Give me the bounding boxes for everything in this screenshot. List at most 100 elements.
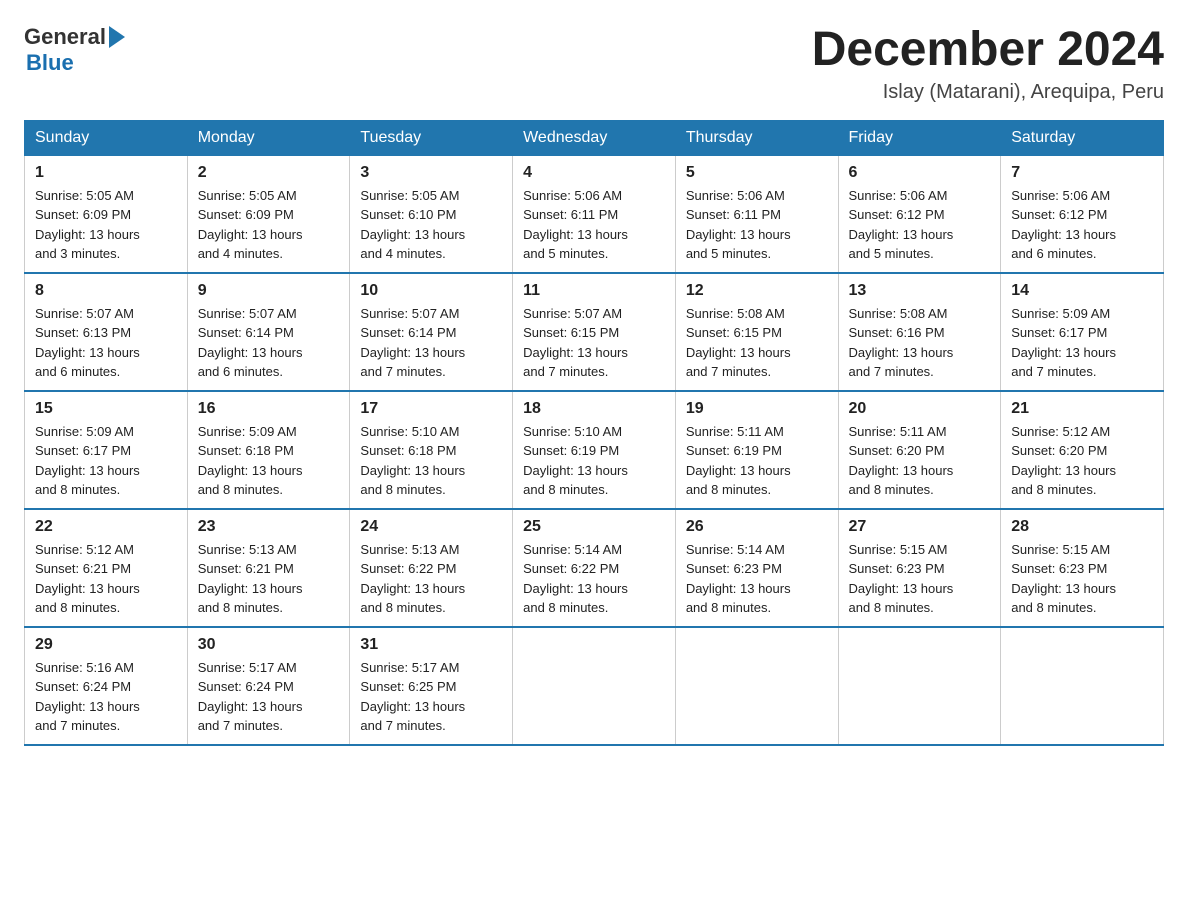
table-row: 13 Sunrise: 5:08 AM Sunset: 6:16 PM Dayl… [838, 273, 1001, 391]
day-number: 23 [198, 518, 340, 536]
table-row: 30 Sunrise: 5:17 AM Sunset: 6:24 PM Dayl… [187, 627, 350, 745]
table-row: 3 Sunrise: 5:05 AM Sunset: 6:10 PM Dayli… [350, 155, 513, 273]
table-row: 17 Sunrise: 5:10 AM Sunset: 6:18 PM Dayl… [350, 391, 513, 509]
day-number: 6 [849, 164, 991, 182]
day-number: 27 [849, 518, 991, 536]
logo: General Blue [24, 24, 125, 76]
table-row [1001, 627, 1164, 745]
day-info: Sunrise: 5:05 AM Sunset: 6:09 PM Dayligh… [35, 186, 177, 264]
day-number: 1 [35, 164, 177, 182]
day-number: 5 [686, 164, 828, 182]
day-number: 22 [35, 518, 177, 536]
month-title: December 2024 [812, 24, 1164, 77]
day-info: Sunrise: 5:05 AM Sunset: 6:09 PM Dayligh… [198, 186, 340, 264]
logo-blue-text: Blue [26, 50, 74, 75]
col-wednesday: Wednesday [513, 120, 676, 155]
table-row: 6 Sunrise: 5:06 AM Sunset: 6:12 PM Dayli… [838, 155, 1001, 273]
day-number: 21 [1011, 400, 1153, 418]
table-row: 9 Sunrise: 5:07 AM Sunset: 6:14 PM Dayli… [187, 273, 350, 391]
day-info: Sunrise: 5:09 AM Sunset: 6:17 PM Dayligh… [35, 422, 177, 500]
day-info: Sunrise: 5:14 AM Sunset: 6:22 PM Dayligh… [523, 540, 665, 618]
col-thursday: Thursday [675, 120, 838, 155]
table-row: 2 Sunrise: 5:05 AM Sunset: 6:09 PM Dayli… [187, 155, 350, 273]
day-info: Sunrise: 5:13 AM Sunset: 6:21 PM Dayligh… [198, 540, 340, 618]
day-info: Sunrise: 5:07 AM Sunset: 6:14 PM Dayligh… [360, 304, 502, 382]
table-row [513, 627, 676, 745]
table-row [675, 627, 838, 745]
day-number: 30 [198, 636, 340, 654]
calendar-week-row: 22 Sunrise: 5:12 AM Sunset: 6:21 PM Dayl… [25, 509, 1164, 627]
col-tuesday: Tuesday [350, 120, 513, 155]
col-monday: Monday [187, 120, 350, 155]
day-number: 17 [360, 400, 502, 418]
day-info: Sunrise: 5:08 AM Sunset: 6:16 PM Dayligh… [849, 304, 991, 382]
table-row: 4 Sunrise: 5:06 AM Sunset: 6:11 PM Dayli… [513, 155, 676, 273]
day-info: Sunrise: 5:05 AM Sunset: 6:10 PM Dayligh… [360, 186, 502, 264]
logo-general-text: General [24, 24, 106, 50]
col-friday: Friday [838, 120, 1001, 155]
day-info: Sunrise: 5:11 AM Sunset: 6:19 PM Dayligh… [686, 422, 828, 500]
day-info: Sunrise: 5:07 AM Sunset: 6:15 PM Dayligh… [523, 304, 665, 382]
day-info: Sunrise: 5:06 AM Sunset: 6:11 PM Dayligh… [686, 186, 828, 264]
day-info: Sunrise: 5:08 AM Sunset: 6:15 PM Dayligh… [686, 304, 828, 382]
day-info: Sunrise: 5:13 AM Sunset: 6:22 PM Dayligh… [360, 540, 502, 618]
day-info: Sunrise: 5:16 AM Sunset: 6:24 PM Dayligh… [35, 658, 177, 736]
day-info: Sunrise: 5:10 AM Sunset: 6:18 PM Dayligh… [360, 422, 502, 500]
day-info: Sunrise: 5:17 AM Sunset: 6:24 PM Dayligh… [198, 658, 340, 736]
day-number: 7 [1011, 164, 1153, 182]
day-number: 31 [360, 636, 502, 654]
table-row: 22 Sunrise: 5:12 AM Sunset: 6:21 PM Dayl… [25, 509, 188, 627]
table-row: 1 Sunrise: 5:05 AM Sunset: 6:09 PM Dayli… [25, 155, 188, 273]
table-row: 16 Sunrise: 5:09 AM Sunset: 6:18 PM Dayl… [187, 391, 350, 509]
day-info: Sunrise: 5:15 AM Sunset: 6:23 PM Dayligh… [1011, 540, 1153, 618]
day-number: 29 [35, 636, 177, 654]
table-row: 14 Sunrise: 5:09 AM Sunset: 6:17 PM Dayl… [1001, 273, 1164, 391]
table-row: 24 Sunrise: 5:13 AM Sunset: 6:22 PM Dayl… [350, 509, 513, 627]
day-info: Sunrise: 5:12 AM Sunset: 6:20 PM Dayligh… [1011, 422, 1153, 500]
day-number: 12 [686, 282, 828, 300]
day-number: 28 [1011, 518, 1153, 536]
table-row: 21 Sunrise: 5:12 AM Sunset: 6:20 PM Dayl… [1001, 391, 1164, 509]
table-row: 25 Sunrise: 5:14 AM Sunset: 6:22 PM Dayl… [513, 509, 676, 627]
calendar-week-row: 8 Sunrise: 5:07 AM Sunset: 6:13 PM Dayli… [25, 273, 1164, 391]
day-info: Sunrise: 5:09 AM Sunset: 6:18 PM Dayligh… [198, 422, 340, 500]
day-number: 20 [849, 400, 991, 418]
day-number: 16 [198, 400, 340, 418]
day-number: 25 [523, 518, 665, 536]
day-info: Sunrise: 5:14 AM Sunset: 6:23 PM Dayligh… [686, 540, 828, 618]
day-number: 18 [523, 400, 665, 418]
day-number: 24 [360, 518, 502, 536]
table-row: 23 Sunrise: 5:13 AM Sunset: 6:21 PM Dayl… [187, 509, 350, 627]
calendar-header-row: Sunday Monday Tuesday Wednesday Thursday… [25, 120, 1164, 155]
day-number: 2 [198, 164, 340, 182]
table-row: 18 Sunrise: 5:10 AM Sunset: 6:19 PM Dayl… [513, 391, 676, 509]
day-number: 9 [198, 282, 340, 300]
day-number: 10 [360, 282, 502, 300]
day-info: Sunrise: 5:12 AM Sunset: 6:21 PM Dayligh… [35, 540, 177, 618]
table-row: 15 Sunrise: 5:09 AM Sunset: 6:17 PM Dayl… [25, 391, 188, 509]
day-number: 26 [686, 518, 828, 536]
day-number: 13 [849, 282, 991, 300]
table-row: 27 Sunrise: 5:15 AM Sunset: 6:23 PM Dayl… [838, 509, 1001, 627]
day-number: 15 [35, 400, 177, 418]
day-number: 14 [1011, 282, 1153, 300]
day-number: 8 [35, 282, 177, 300]
calendar-table: Sunday Monday Tuesday Wednesday Thursday… [24, 120, 1164, 746]
table-row: 10 Sunrise: 5:07 AM Sunset: 6:14 PM Dayl… [350, 273, 513, 391]
day-info: Sunrise: 5:15 AM Sunset: 6:23 PM Dayligh… [849, 540, 991, 618]
day-number: 3 [360, 164, 502, 182]
table-row: 20 Sunrise: 5:11 AM Sunset: 6:20 PM Dayl… [838, 391, 1001, 509]
col-saturday: Saturday [1001, 120, 1164, 155]
day-number: 11 [523, 282, 665, 300]
logo-arrow-icon [109, 26, 125, 48]
col-sunday: Sunday [25, 120, 188, 155]
table-row: 31 Sunrise: 5:17 AM Sunset: 6:25 PM Dayl… [350, 627, 513, 745]
calendar-week-row: 15 Sunrise: 5:09 AM Sunset: 6:17 PM Dayl… [25, 391, 1164, 509]
table-row: 8 Sunrise: 5:07 AM Sunset: 6:13 PM Dayli… [25, 273, 188, 391]
table-row: 28 Sunrise: 5:15 AM Sunset: 6:23 PM Dayl… [1001, 509, 1164, 627]
day-info: Sunrise: 5:10 AM Sunset: 6:19 PM Dayligh… [523, 422, 665, 500]
day-number: 19 [686, 400, 828, 418]
table-row: 19 Sunrise: 5:11 AM Sunset: 6:19 PM Dayl… [675, 391, 838, 509]
day-info: Sunrise: 5:06 AM Sunset: 6:12 PM Dayligh… [1011, 186, 1153, 264]
table-row [838, 627, 1001, 745]
